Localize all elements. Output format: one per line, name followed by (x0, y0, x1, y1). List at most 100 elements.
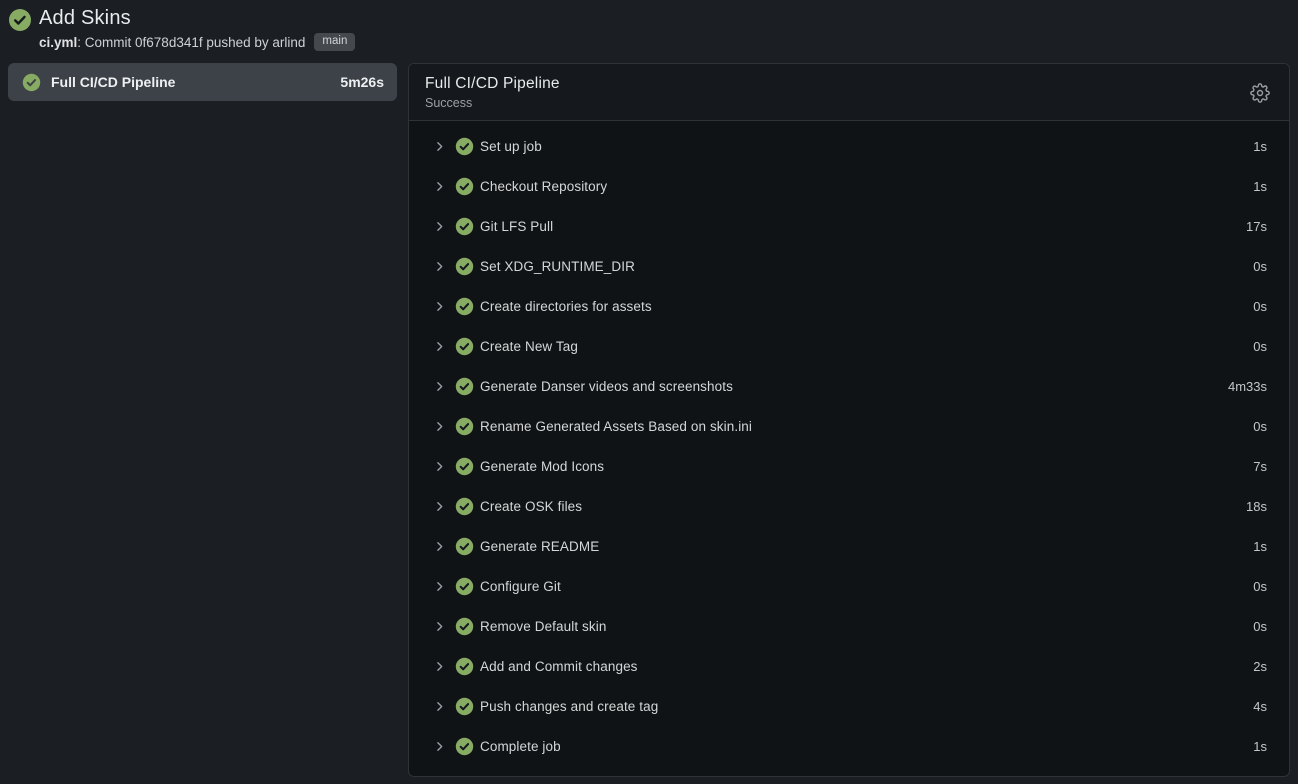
success-check-icon (455, 417, 474, 436)
job-detail-panel: Full CI/CD Pipeline Success (408, 63, 1290, 777)
success-check-icon (455, 537, 474, 556)
success-check-icon (455, 617, 474, 636)
chevron-right-icon (433, 700, 446, 713)
job-panel-title: Full CI/CD Pipeline (425, 75, 560, 93)
step-row[interactable]: Create New Tag 0s (409, 326, 1289, 366)
success-check-icon (455, 697, 474, 716)
job-panel-titles: Full CI/CD Pipeline Success (425, 75, 560, 110)
step-name: Checkout Repository (480, 179, 607, 194)
step-name: Configure Git (480, 579, 561, 594)
step-row[interactable]: Generate README 1s (409, 526, 1289, 566)
chevron-right-icon (433, 420, 446, 433)
step-duration: 0s (1253, 579, 1267, 594)
job-duration: 5m26s (340, 74, 384, 90)
success-check-icon (455, 377, 474, 396)
step-duration: 0s (1253, 259, 1267, 274)
chevron-right-icon (433, 500, 446, 513)
step-name: Remove Default skin (480, 619, 606, 634)
success-check-icon (455, 457, 474, 476)
chevron-right-icon (433, 300, 446, 313)
step-row[interactable]: Set XDG_RUNTIME_DIR 0s (409, 246, 1289, 286)
step-row[interactable]: Create directories for assets 0s (409, 286, 1289, 326)
step-row[interactable]: Create OSK files 18s (409, 486, 1289, 526)
chevron-right-icon (433, 660, 446, 673)
step-duration: 7s (1253, 459, 1267, 474)
step-name: Push changes and create tag (480, 699, 658, 714)
step-row[interactable]: Add and Commit changes 2s (409, 646, 1289, 686)
chevron-right-icon (433, 340, 446, 353)
step-name: Create directories for assets (480, 299, 652, 314)
success-check-icon (455, 257, 474, 276)
success-check-icon (455, 497, 474, 516)
step-name: Add and Commit changes (480, 659, 638, 674)
step-duration: 2s (1253, 659, 1267, 674)
step-name: Rename Generated Assets Based on skin.in… (480, 419, 752, 434)
commit-line: ci.yml: Commit 0f678d341f pushed by arli… (39, 33, 355, 51)
chevron-right-icon (433, 380, 446, 393)
step-row[interactable]: Generate Danser videos and screenshots 4… (409, 366, 1289, 406)
chevron-right-icon (433, 620, 446, 633)
step-duration: 1s (1253, 739, 1267, 754)
job-panel-header: Full CI/CD Pipeline Success (409, 64, 1289, 121)
step-row[interactable]: Generate Mod Icons 7s (409, 446, 1289, 486)
success-check-icon (8, 8, 32, 32)
run-header: Add Skins ci.yml: Commit 0f678d341f push… (0, 0, 1298, 51)
step-row[interactable]: Git LFS Pull 17s (409, 206, 1289, 246)
step-duration: 17s (1246, 219, 1267, 234)
step-name: Set up job (480, 139, 542, 154)
jobs-sidebar: Full CI/CD Pipeline 5m26s (8, 63, 397, 101)
step-name: Generate README (480, 539, 599, 554)
step-row[interactable]: Configure Git 0s (409, 566, 1289, 606)
success-check-icon (455, 297, 474, 316)
success-check-icon (455, 657, 474, 676)
step-name: Create OSK files (480, 499, 582, 514)
success-check-icon (455, 337, 474, 356)
chevron-right-icon (433, 460, 446, 473)
step-row[interactable]: Complete job 1s (409, 726, 1289, 766)
workflow-file: ci.yml (39, 35, 77, 50)
job-name: Full CI/CD Pipeline (51, 74, 175, 90)
success-check-icon (455, 217, 474, 236)
success-check-icon (22, 73, 41, 92)
chevron-right-icon (433, 260, 446, 273)
success-check-icon (455, 137, 474, 156)
gear-icon (1250, 83, 1270, 103)
step-name: Set XDG_RUNTIME_DIR (480, 259, 635, 274)
commit-text: : Commit 0f678d341f pushed by arlind (77, 35, 305, 50)
chevron-right-icon (433, 180, 446, 193)
step-row[interactable]: Checkout Repository 1s (409, 166, 1289, 206)
step-duration: 0s (1253, 419, 1267, 434)
run-body: Full CI/CD Pipeline 5m26s Full CI/CD Pip… (0, 63, 1298, 777)
step-duration: 18s (1246, 499, 1267, 514)
step-duration: 4s (1253, 699, 1267, 714)
step-row[interactable]: Push changes and create tag 4s (409, 686, 1289, 726)
step-duration: 0s (1253, 619, 1267, 634)
branch-badge[interactable]: main (314, 33, 355, 51)
run-title: Add Skins (39, 7, 355, 29)
step-row[interactable]: Set up job 1s (409, 126, 1289, 166)
step-duration: 1s (1253, 539, 1267, 554)
step-duration: 1s (1253, 139, 1267, 154)
step-name: Complete job (480, 739, 561, 754)
success-check-icon (455, 577, 474, 596)
step-duration: 1s (1253, 179, 1267, 194)
step-duration: 4m33s (1228, 379, 1267, 394)
step-name: Generate Danser videos and screenshots (480, 379, 733, 394)
job-panel-status: Success (425, 96, 560, 110)
steps-list: Set up job 1s Checkout Repository 1s (409, 121, 1289, 776)
chevron-right-icon (433, 580, 446, 593)
chevron-right-icon (433, 220, 446, 233)
step-duration: 0s (1253, 339, 1267, 354)
success-check-icon (455, 177, 474, 196)
chevron-right-icon (433, 740, 446, 753)
success-check-icon (455, 737, 474, 756)
step-name: Git LFS Pull (480, 219, 553, 234)
sidebar-job-item[interactable]: Full CI/CD Pipeline 5m26s (8, 63, 397, 101)
step-row[interactable]: Remove Default skin 0s (409, 606, 1289, 646)
chevron-right-icon (433, 140, 446, 153)
step-duration: 0s (1253, 299, 1267, 314)
job-settings-button[interactable] (1247, 80, 1273, 106)
step-row[interactable]: Rename Generated Assets Based on skin.in… (409, 406, 1289, 446)
step-name: Generate Mod Icons (480, 459, 604, 474)
chevron-right-icon (433, 540, 446, 553)
